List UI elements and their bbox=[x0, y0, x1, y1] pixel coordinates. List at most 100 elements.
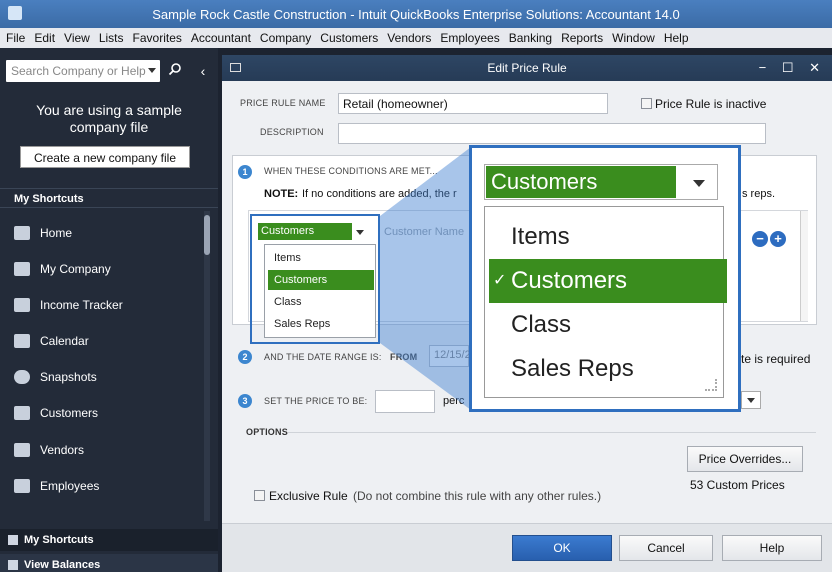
inactive-checkbox[interactable] bbox=[641, 98, 652, 109]
price-rule-name-label: PRICE RULE NAME bbox=[240, 98, 326, 108]
menu-edit[interactable]: Edit bbox=[34, 31, 55, 45]
menu-company[interactable]: Company bbox=[260, 31, 311, 45]
menu-favorites[interactable]: Favorites bbox=[133, 31, 182, 45]
zoomed-dropdown-list: Items ✓ Customers Class Sales Reps bbox=[484, 206, 727, 398]
collapse-sidebar-icon[interactable]: ‹ bbox=[192, 60, 214, 82]
zoomed-option-items[interactable]: Items bbox=[489, 215, 727, 259]
app-title: Sample Rock Castle Construction - Intuit… bbox=[152, 6, 680, 22]
vendors-icon bbox=[14, 443, 30, 457]
menu-accountant[interactable]: Accountant bbox=[191, 31, 251, 45]
window-menu-icon[interactable] bbox=[230, 63, 241, 72]
menu-file[interactable]: File bbox=[6, 31, 25, 45]
employees-icon bbox=[14, 479, 30, 493]
sidebar-item-label: My Company bbox=[40, 262, 111, 276]
sidebar-item-home[interactable]: Home bbox=[14, 221, 72, 245]
description-field[interactable] bbox=[338, 123, 766, 144]
sidebar-item-snapshots[interactable]: Snapshots bbox=[14, 365, 97, 389]
inactive-label: Price Rule is inactive bbox=[655, 97, 767, 111]
search-icon[interactable] bbox=[164, 60, 186, 82]
zoomed-dropdown-callout: Customers Items ✓ Customers Class Sales … bbox=[469, 145, 741, 412]
menu-help[interactable]: Help bbox=[664, 31, 689, 45]
menu-window[interactable]: Window bbox=[612, 31, 655, 45]
sidebar-item-label: Employees bbox=[40, 479, 100, 493]
sidebar-item-income-tracker[interactable]: Income Tracker bbox=[14, 293, 123, 317]
sidebar-item-calendar[interactable]: Calendar bbox=[14, 329, 89, 353]
window-controls[interactable]: − ☐ ✕ bbox=[759, 55, 826, 81]
conditions-scrollbar[interactable] bbox=[800, 211, 808, 321]
quickbooks-icon bbox=[8, 6, 22, 20]
snapshots-icon bbox=[14, 370, 30, 384]
cancel-button[interactable]: Cancel bbox=[619, 535, 713, 561]
sidebar-item-employees[interactable]: Employees bbox=[14, 474, 99, 498]
price-basis-dropdown-icon[interactable] bbox=[741, 391, 761, 409]
step-1-label: WHEN THESE CONDITIONS ARE MET... bbox=[264, 166, 438, 176]
tab-label: My Shortcuts bbox=[24, 534, 94, 546]
zoomed-option-class[interactable]: Class bbox=[489, 303, 727, 347]
description-label: DESCRIPTION bbox=[260, 127, 324, 137]
note-text: If no conditions are added, the r bbox=[302, 188, 457, 200]
menu-employees[interactable]: Employees bbox=[440, 31, 499, 45]
options-divider bbox=[288, 432, 816, 433]
zoomed-condition-select[interactable]: Customers bbox=[484, 164, 718, 200]
shortcuts-section-title: My Shortcuts bbox=[0, 188, 218, 208]
price-overrides-button[interactable]: Price Overrides... bbox=[687, 446, 803, 472]
sidebar-item-label: Income Tracker bbox=[40, 298, 123, 312]
sidebar-scroll-thumb[interactable] bbox=[204, 215, 210, 255]
search-input[interactable]: Search Company or Help bbox=[6, 60, 160, 82]
from-label: FROM bbox=[390, 352, 418, 362]
remove-condition-icon[interactable]: − bbox=[752, 231, 768, 247]
sidebar-scrollbar[interactable] bbox=[204, 211, 210, 521]
customer-name-field[interactable]: Customer Name bbox=[384, 226, 464, 238]
menu-vendors[interactable]: Vendors bbox=[387, 31, 431, 45]
step-3-badge: 3 bbox=[238, 394, 252, 408]
price-unit-select[interactable]: perc bbox=[443, 395, 464, 407]
ok-button[interactable]: OK bbox=[512, 535, 612, 561]
sidebar-item-label: Home bbox=[40, 226, 73, 240]
menu-reports[interactable]: Reports bbox=[561, 31, 603, 45]
sidebar-item-vendors[interactable]: Vendors bbox=[14, 438, 84, 462]
menu-view[interactable]: View bbox=[64, 31, 90, 45]
menu-customers[interactable]: Customers bbox=[320, 31, 378, 45]
search-placeholder: Search Company or Help bbox=[11, 64, 146, 78]
income-tracker-icon bbox=[14, 298, 30, 312]
shortcuts-icon bbox=[8, 535, 18, 545]
step-1-badge: 1 bbox=[238, 165, 252, 179]
step-2-badge: 2 bbox=[238, 350, 252, 364]
exclusive-rule-checkbox[interactable] bbox=[254, 490, 265, 501]
zoomed-option-customers[interactable]: ✓ Customers bbox=[489, 259, 727, 303]
add-condition-icon[interactable]: + bbox=[770, 231, 786, 247]
date-required-text: te is required bbox=[741, 352, 811, 366]
window-title: Edit Price Rule bbox=[487, 61, 567, 75]
home-icon bbox=[14, 226, 30, 240]
price-amount-field[interactable] bbox=[375, 390, 435, 413]
sample-file-notice: You are using a sample company file bbox=[36, 102, 182, 135]
checkmark-icon: ✓ bbox=[493, 272, 507, 289]
menu-banking[interactable]: Banking bbox=[509, 31, 552, 45]
help-button[interactable]: Help bbox=[722, 535, 822, 561]
left-sidebar: Search Company or Help ‹ You are using a… bbox=[0, 48, 218, 572]
note-prefix: NOTE: bbox=[264, 188, 299, 200]
from-date-field[interactable]: 12/15/2 bbox=[429, 345, 471, 367]
custom-prices-count: 53 Custom Prices bbox=[690, 478, 785, 492]
create-company-button[interactable]: Create a new company file bbox=[20, 146, 190, 168]
price-rule-name-field[interactable]: Retail (homeowner) bbox=[338, 93, 608, 114]
zoom-focus-outline bbox=[250, 214, 380, 344]
step-3-label: SET THE PRICE TO BE: bbox=[264, 396, 368, 406]
options-label: OPTIONS bbox=[246, 427, 288, 437]
company-icon bbox=[14, 262, 30, 276]
sidebar-item-my-company[interactable]: My Company bbox=[14, 257, 111, 281]
search-scope-dropdown-icon[interactable] bbox=[148, 68, 156, 73]
zoomed-option-sales-reps[interactable]: Sales Reps bbox=[489, 347, 727, 391]
tab-my-shortcuts[interactable]: My Shortcuts bbox=[0, 529, 218, 551]
zoomed-option-label: Customers bbox=[511, 267, 628, 294]
customers-icon bbox=[14, 406, 30, 420]
balances-icon bbox=[8, 560, 18, 570]
sidebar-item-label: Calendar bbox=[40, 334, 89, 348]
sidebar-item-label: Customers bbox=[40, 406, 99, 420]
menu-bar: File Edit View Lists Favorites Accountan… bbox=[0, 28, 832, 48]
zoomed-dropdown-arrow-icon[interactable] bbox=[693, 177, 705, 187]
sidebar-item-customers[interactable]: Customers bbox=[14, 401, 98, 425]
tab-view-balances[interactable]: View Balances bbox=[0, 554, 218, 572]
resize-grip-icon[interactable] bbox=[705, 379, 717, 391]
menu-lists[interactable]: Lists bbox=[99, 31, 124, 45]
